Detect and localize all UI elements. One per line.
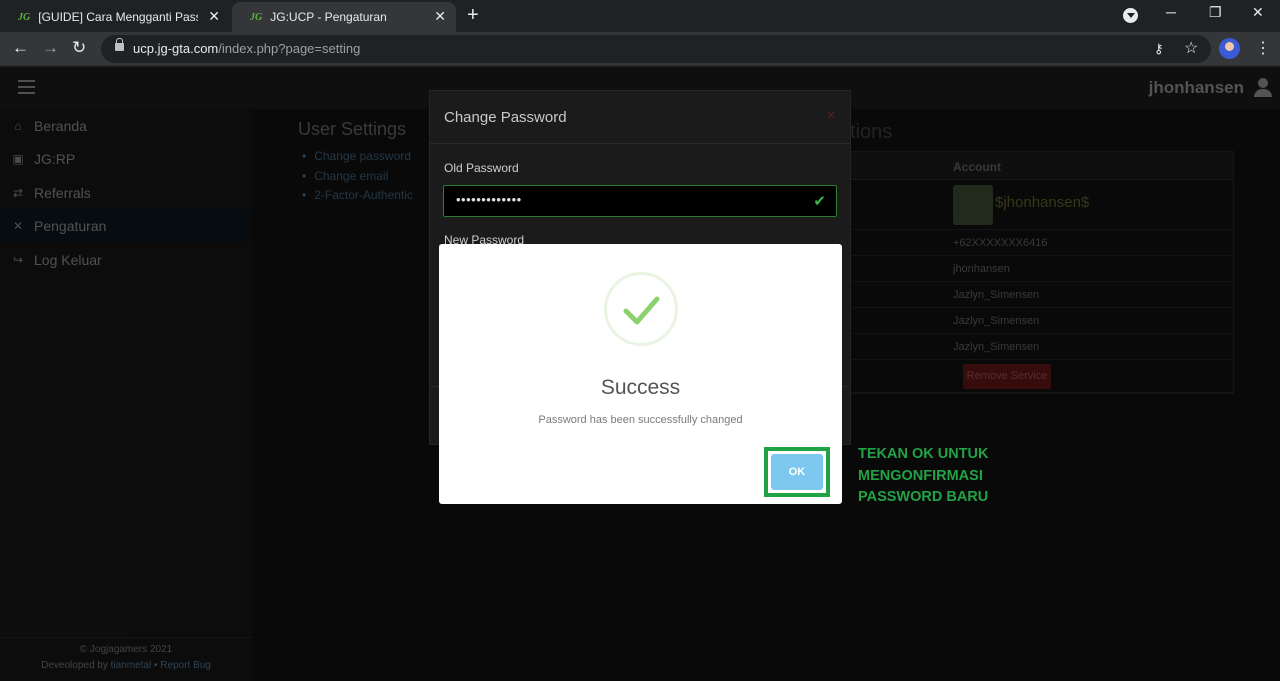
screen: JG [GUIDE] Cara Mengganti Password ✕ JG … [0, 0, 1280, 681]
back-icon[interactable]: ← [12, 38, 29, 58]
address-bar[interactable]: ucp.jg-gta.com/index.php?page=setting [101, 35, 1211, 63]
key-icon[interactable]: ⚷ [1154, 41, 1164, 57]
kebab-menu-icon[interactable]: ⋮ [1255, 38, 1271, 58]
bookmark-star-icon[interactable]: ☆ [1184, 38, 1198, 58]
modal-title: Change Password [444, 109, 567, 126]
success-dialog: Success Password has been successfully c… [439, 244, 842, 504]
lock-icon [115, 38, 124, 51]
dialog-message: Password has been successfully changed [538, 414, 743, 426]
new-tab-icon[interactable]: + [467, 4, 479, 27]
url-text[interactable]: ucp.jg-gta.com/index.php?page=setting [133, 41, 360, 56]
valid-check-icon: ✔ [813, 193, 826, 210]
annotation-line: PASSWORD BARU [858, 489, 989, 505]
old-password-input[interactable]: ••••••••••••• ✔ [443, 185, 837, 217]
restore-icon[interactable]: ❐ [1209, 4, 1222, 21]
browser-toolbar: ← → ↻ ucp.jg-gta.com/index.php?page=sett… [0, 32, 1280, 66]
tab-title: JG:UCP - Pengaturan [270, 10, 387, 24]
tab-close-icon[interactable]: ✕ [434, 8, 446, 25]
window-close-icon[interactable]: ✕ [1252, 4, 1264, 21]
tab-close-icon[interactable]: ✕ [208, 8, 220, 25]
instruction-annotation: TEKAN OK UNTUK MENGONFIRMASI PASSWORD BA… [858, 444, 989, 509]
success-check-icon [604, 272, 678, 346]
url-path: /index.php?page=setting [218, 41, 361, 56]
minimize-icon[interactable]: ─ [1166, 4, 1176, 20]
old-password-label: Old Password [444, 161, 519, 175]
ok-button[interactable]: OK [771, 454, 823, 490]
dialog-title: Success [600, 376, 681, 399]
tab-search-icon[interactable] [1123, 8, 1138, 23]
old-password-value: ••••••••••••• [456, 192, 522, 207]
ok-highlight-frame: OK [764, 447, 830, 497]
reload-icon[interactable]: ↻ [72, 38, 86, 58]
forward-icon[interactable]: → [42, 38, 59, 58]
modal-header: Change Password × [430, 91, 850, 144]
browser-tab-pengaturan[interactable]: JG JG:UCP - Pengaturan ✕ [232, 2, 456, 32]
profile-avatar[interactable] [1219, 38, 1240, 59]
tab-title: [GUIDE] Cara Mengganti Password [38, 10, 198, 24]
annotation-line: TEKAN OK UNTUK [858, 446, 989, 462]
favicon-icon: JG [250, 11, 263, 23]
favicon-icon: JG [18, 11, 31, 23]
url-host: ucp.jg-gta.com [133, 41, 219, 56]
close-icon[interactable]: × [827, 107, 836, 125]
checkmark-icon [623, 296, 660, 325]
browser-tab-bar: JG [GUIDE] Cara Mengganti Password ✕ JG … [0, 0, 1280, 32]
annotation-line: MENGONFIRMASI [858, 467, 983, 484]
browser-tab-guide[interactable]: JG [GUIDE] Cara Mengganti Password ✕ [0, 2, 230, 32]
